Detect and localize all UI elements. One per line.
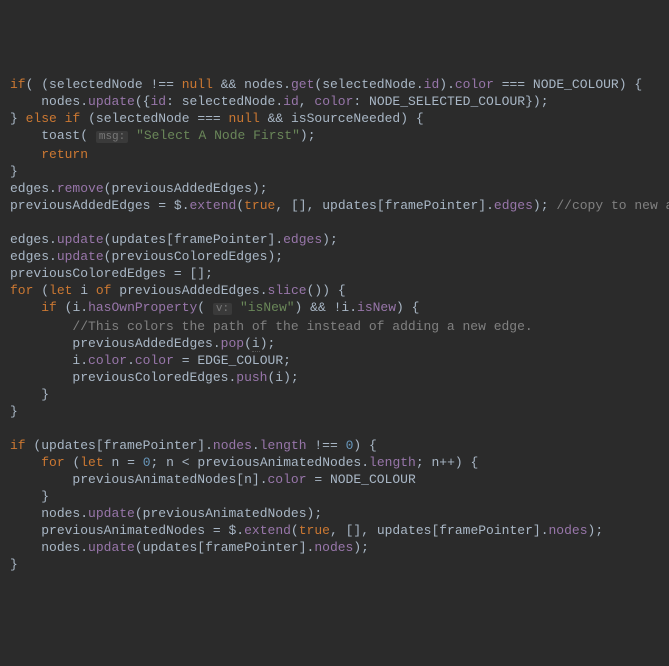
code-line: previousAddedEdges.pop(i);: [10, 335, 659, 352]
code-line: edges.update(updates[framePointer].edges…: [10, 231, 659, 248]
code-line: }: [10, 556, 659, 573]
code-line: }: [10, 163, 659, 180]
code-line: [10, 214, 659, 231]
code-line: previousColoredEdges.push(i);: [10, 369, 659, 386]
code-line: } else if (selectedNode === null && isSo…: [10, 110, 659, 127]
code-line: if (i.hasOwnProperty( v: "isNew") && !i.…: [10, 299, 659, 318]
code-line: nodes.update({id: selectedNode.id, color…: [10, 93, 659, 110]
code-line: }: [10, 386, 659, 403]
code-line: for (let i of previousAddedEdges.slice()…: [10, 282, 659, 299]
code-line: }: [10, 488, 659, 505]
param-hint: v:: [213, 303, 232, 315]
code-line: return: [10, 146, 659, 163]
param-hint: msg:: [96, 131, 128, 143]
code-line: previousAddedEdges = $.extend(true, [], …: [10, 197, 659, 214]
code-line: if( (selectedNode !== null && nodes.get(…: [10, 76, 659, 93]
code-line: previousAnimatedNodes = $.extend(true, […: [10, 522, 659, 539]
code-line: if (updates[framePointer].nodes.length !…: [10, 437, 659, 454]
code-line: nodes.update(updates[framePointer].nodes…: [10, 539, 659, 556]
code-line: toast( msg: "Select A Node First");: [10, 127, 659, 146]
code-line: for (let n = 0; n < previousAnimatedNode…: [10, 454, 659, 471]
code-line: //This colors the path of the instead of…: [10, 318, 659, 335]
code-line: [10, 420, 659, 437]
code-line: nodes.update(previousAnimatedNodes);: [10, 505, 659, 522]
code-editor[interactable]: if( (selectedNode !== null && nodes.get(…: [10, 76, 659, 573]
code-line: edges.update(previousColoredEdges);: [10, 248, 659, 265]
code-line: i.color.color = EDGE_COLOUR;: [10, 352, 659, 369]
code-line: }: [10, 403, 659, 420]
code-line: previousAnimatedNodes[n].color = NODE_CO…: [10, 471, 659, 488]
code-line: edges.remove(previousAddedEdges);: [10, 180, 659, 197]
code-line: previousColoredEdges = [];: [10, 265, 659, 282]
